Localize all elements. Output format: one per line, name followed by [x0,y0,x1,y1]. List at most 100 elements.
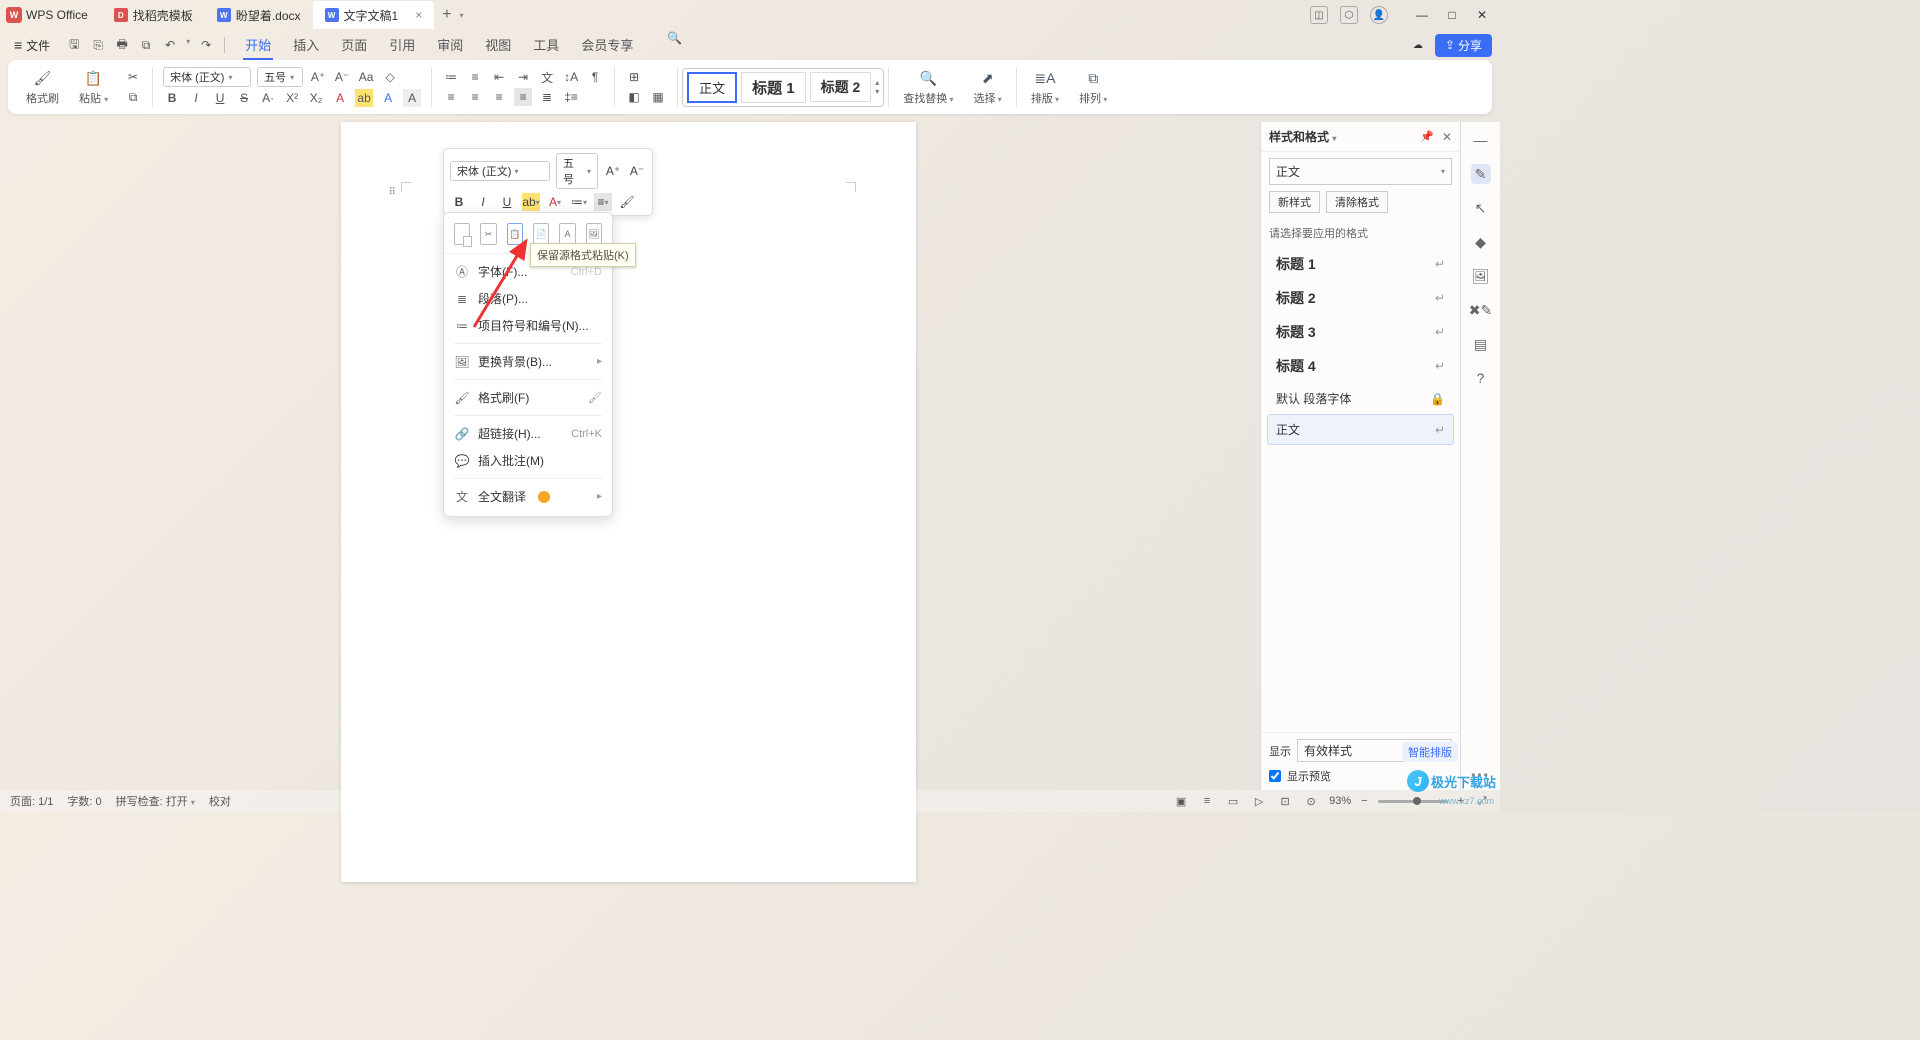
zoom-level[interactable]: 93% [1329,795,1351,807]
paste-text-icon[interactable]: A [559,223,575,245]
spellcheck-status[interactable]: 拼写检查: 打开 ▾ [116,793,195,809]
ctx-comment[interactable]: 💬 插入批注(M) [444,447,612,474]
tab-templates[interactable]: D 找稻壳模板 [102,1,205,29]
close-tab-icon[interactable]: × [415,8,422,22]
find-replace-button[interactable]: 🔍 查找替换 ▾ [899,67,957,108]
fit-icon[interactable]: ⊙ [1303,793,1319,809]
menu-review[interactable]: 审阅 [435,31,465,60]
undo-dropdown-icon[interactable]: ▾ [186,37,190,53]
style-normal[interactable]: 正文 [687,72,737,103]
shading-icon[interactable]: ◧ [625,88,643,106]
smart-layout-badge[interactable]: 智能排版 [1402,742,1458,762]
preview-icon[interactable]: ⧉ [138,37,154,53]
font-color-icon[interactable]: A▾ [546,193,564,211]
char-shading-icon[interactable]: A [403,89,421,107]
new-style-button[interactable]: 新样式 [1269,191,1320,213]
mini-font-combo[interactable]: 宋体 (正文)▾ [450,161,550,181]
print-preview-icon[interactable]: ⎘ [90,37,106,53]
cube-icon[interactable]: ⬡ [1340,6,1358,24]
borders-icon[interactable]: ▦ [649,88,667,106]
align-center-icon[interactable]: ≡ [466,88,484,106]
select-button[interactable]: ⬈ 选择 ▾ [970,67,1006,108]
paste-picture-icon[interactable]: 🖼 [586,223,602,245]
view-focus-icon[interactable]: ⊡ [1277,793,1293,809]
tab-doc-1[interactable]: W 盼望着.docx [205,1,313,29]
help-icon[interactable]: ? [1471,368,1491,388]
bold-icon[interactable]: B [163,89,181,107]
change-case-icon[interactable]: Aa [357,68,375,86]
shapes-icon[interactable]: ◆ [1471,232,1491,252]
bold-icon[interactable]: B [450,193,468,211]
highlight-icon[interactable]: ab▾ [522,193,540,211]
style-item-h3[interactable]: 标题 3↵ [1267,315,1454,349]
ctx-paragraph[interactable]: ≣ 段落(P)... [444,285,612,312]
menu-insert[interactable]: 插入 [291,31,321,60]
superscript-icon[interactable]: X² [283,89,301,107]
tools-icon[interactable]: ✖✎ [1471,300,1491,320]
outdent-icon[interactable]: ⇤ [490,68,508,86]
style-h1[interactable]: 标题 1 [741,72,806,103]
undo-icon[interactable]: ↶ [162,37,178,53]
underline-icon[interactable]: U [498,193,516,211]
shrink-font-icon[interactable]: A⁻ [333,68,351,86]
tab-settings-icon[interactable]: ⊞ [625,68,643,86]
view-page-icon[interactable]: ▣ [1173,793,1189,809]
reader-mode-icon[interactable]: ◫ [1310,6,1328,24]
maximize-button[interactable]: □ [1440,5,1464,25]
ctx-translate[interactable]: 文 全文翻译 ▸ [444,483,612,510]
clear-format-button[interactable]: 清除格式 [1326,191,1388,213]
gallery-scroll[interactable]: ▴▾ [875,78,879,96]
preview-checkbox[interactable] [1269,770,1281,782]
grow-font-icon[interactable]: A⁺ [309,68,327,86]
cut-option-icon[interactable]: ✂ [480,223,496,245]
align-justify-icon[interactable]: ≡ [514,88,532,106]
copy-option-icon[interactable] [454,223,470,245]
docs-icon[interactable]: ▤ [1471,334,1491,354]
style-item-h2[interactable]: 标题 2↵ [1267,281,1454,315]
show-marks-icon[interactable]: ¶ [586,68,604,86]
share-button[interactable]: ⇪ 分享 [1435,34,1492,57]
mini-size-combo[interactable]: 五号▾ [556,153,598,189]
anchor-icon[interactable]: ⠿ [389,187,397,198]
sort-icon[interactable]: ↕A [562,68,580,86]
paste-button[interactable]: 📋 粘贴 ▾ [75,67,112,108]
menu-view[interactable]: 视图 [483,31,513,60]
subscript-icon[interactable]: X₂ [307,89,325,107]
align-right-icon[interactable]: ≡ [490,88,508,106]
menu-page[interactable]: 页面 [339,31,369,60]
font-color-icon[interactable]: A [331,89,349,107]
print-icon[interactable]: 🖶 [114,37,130,53]
text-direction-icon[interactable]: 文 [538,68,556,86]
style-item-h4[interactable]: 标题 4↵ [1267,349,1454,383]
word-count[interactable]: 字数: 0 [67,793,101,809]
redo-icon[interactable]: ↷ [198,37,214,53]
cut-icon[interactable]: ✂ [124,68,142,86]
minimize-button[interactable]: — [1410,5,1434,25]
font-name-combo[interactable]: 宋体 (正文)▾ [163,67,251,87]
font-size-combo[interactable]: 五号▾ [257,67,303,87]
align-left-icon[interactable]: ≡ [442,88,460,106]
clipart-icon[interactable]: 🖼 [1471,266,1491,286]
style-item-body[interactable]: 正文↵ [1267,414,1454,445]
format-painter-button[interactable]: 🖌 格式刷 [22,67,63,108]
strike-icon[interactable]: S [235,89,253,107]
copy-icon[interactable]: ⧉ [124,89,142,107]
style-item-h1[interactable]: 标题 1↵ [1267,247,1454,281]
line-spacing-icon[interactable]: ‡≡ [562,88,580,106]
new-tab-button[interactable]: + [434,6,459,24]
search-icon[interactable]: 🔍 [667,31,682,60]
ctx-background[interactable]: 🖼 更换背景(B)... ▸ [444,348,612,375]
zoom-slider[interactable] [1378,800,1448,803]
ctx-hyperlink[interactable]: 🔗 超链接(H)... Ctrl+K [444,420,612,447]
close-window-button[interactable]: ✕ [1470,5,1494,25]
file-menu[interactable]: ≡ 文件 [8,35,56,56]
avatar-icon[interactable]: 👤 [1370,6,1388,24]
styles-icon[interactable]: ✎ [1471,164,1491,184]
bullets-icon[interactable]: ≔ [442,68,460,86]
current-style-combo[interactable]: 正文▾ [1269,158,1452,185]
menu-reference[interactable]: 引用 [387,31,417,60]
tab-doc-2[interactable]: W 文字文稿1 × [313,1,435,29]
save-icon[interactable]: 🖫 [66,37,82,53]
close-panel-icon[interactable]: ✕ [1442,130,1452,144]
distribute-icon[interactable]: ≣ [538,88,556,106]
